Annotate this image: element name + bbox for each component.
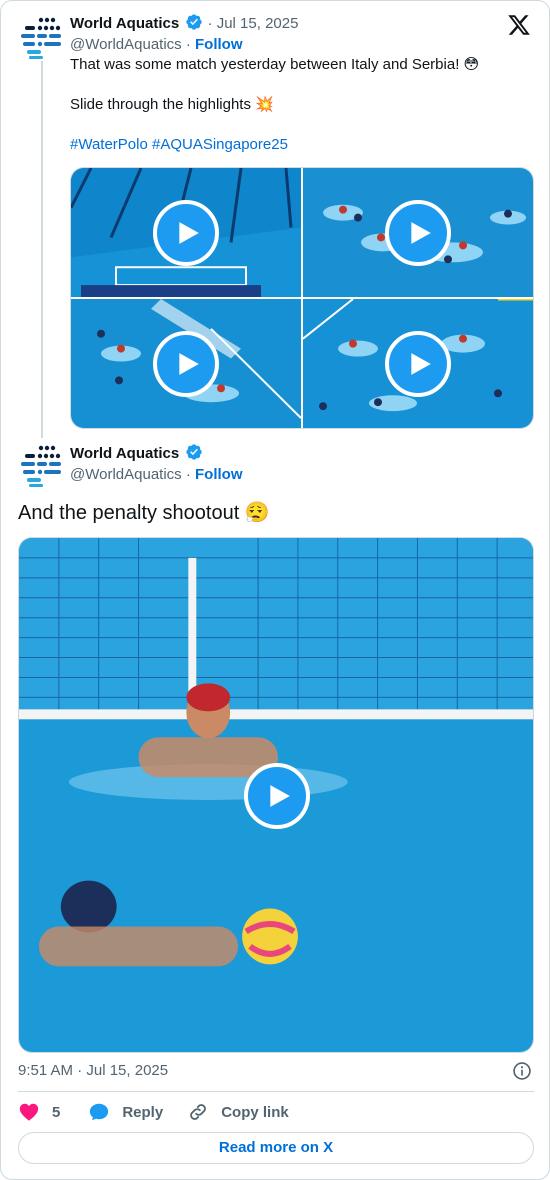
video-thumbnail[interactable] xyxy=(71,168,301,297)
avatar[interactable] xyxy=(19,445,65,487)
tweet-date[interactable]: Jul 15, 2025 xyxy=(217,15,299,32)
quoted-tweet-header: World Aquatics · Jul 15, 2025 xyxy=(70,13,298,34)
tweet-text-line: That was some match yesterday between It… xyxy=(70,56,480,73)
main-tweet-header: World Aquatics xyxy=(70,443,203,464)
play-icon xyxy=(270,785,290,807)
action-bar: 5 Reply Copy link xyxy=(18,1099,289,1125)
quoted-tweet-text: That was some match yesterday between It… xyxy=(70,55,530,175)
heart-icon xyxy=(19,1103,39,1121)
main-tweet-handle-row: @WorldAquatics · Follow xyxy=(70,465,243,485)
reply-button[interactable]: Reply xyxy=(88,1101,163,1123)
tweet-timestamp[interactable]: 9:51 AM · Jul 15, 2025 xyxy=(18,1061,168,1081)
thread-connector-line xyxy=(41,61,43,438)
play-button[interactable] xyxy=(385,199,451,266)
author-handle[interactable]: @WorldAquatics xyxy=(70,36,182,53)
author-handle[interactable]: @WorldAquatics xyxy=(70,466,182,483)
author-name[interactable]: World Aquatics xyxy=(70,445,179,462)
hashtag-link[interactable]: #AQUASingapore25 xyxy=(152,136,288,153)
play-icon xyxy=(411,352,431,375)
reply-bubble-icon xyxy=(90,1103,109,1121)
main-tweet-text: And the penalty shootout 😮‍💨 xyxy=(18,502,270,524)
separator: · xyxy=(185,466,191,483)
divider xyxy=(18,1091,534,1092)
avatar[interactable] xyxy=(19,17,65,59)
x-logo-icon[interactable] xyxy=(507,13,531,37)
quoted-tweet-handle-row: @WorldAquatics · Follow xyxy=(70,35,243,55)
author-name[interactable]: World Aquatics xyxy=(70,15,179,32)
world-aquatics-logo-icon xyxy=(21,445,61,487)
link-icon xyxy=(190,1104,207,1120)
separator: · xyxy=(207,15,213,32)
world-aquatics-logo-icon xyxy=(21,17,61,59)
info-icon[interactable] xyxy=(512,1061,532,1081)
play-button[interactable] xyxy=(244,763,310,829)
video-player[interactable] xyxy=(18,537,534,1053)
play-button[interactable] xyxy=(385,330,451,397)
play-button[interactable] xyxy=(153,330,219,397)
play-icon xyxy=(179,352,199,375)
video-thumbnail[interactable] xyxy=(71,299,301,428)
follow-button[interactable]: Follow xyxy=(195,466,243,483)
play-button[interactable] xyxy=(153,199,219,266)
copy-link-button[interactable]: Copy link xyxy=(187,1101,289,1123)
separator: · xyxy=(185,36,191,53)
tweet-text-line: Slide through the highlights 💥 xyxy=(70,96,274,113)
verified-badge-icon xyxy=(186,14,203,30)
tweet-embed-card: World Aquatics · Jul 15, 2025 @WorldAqua… xyxy=(0,0,550,1180)
read-more-button[interactable]: Read more on X xyxy=(18,1132,534,1164)
follow-button[interactable]: Follow xyxy=(195,36,243,53)
media-grid xyxy=(70,167,534,429)
video-thumbnail[interactable] xyxy=(303,168,533,297)
play-icon xyxy=(411,221,431,244)
verified-badge-icon xyxy=(186,444,203,460)
reply-label: Reply xyxy=(122,1103,164,1121)
play-icon xyxy=(179,221,199,244)
like-count: 5 xyxy=(52,1103,61,1121)
hashtag-link[interactable]: #WaterPolo xyxy=(70,136,148,153)
video-thumbnail[interactable] xyxy=(303,299,533,428)
like-button[interactable]: 5 xyxy=(18,1101,60,1123)
copy-link-label: Copy link xyxy=(221,1103,289,1121)
